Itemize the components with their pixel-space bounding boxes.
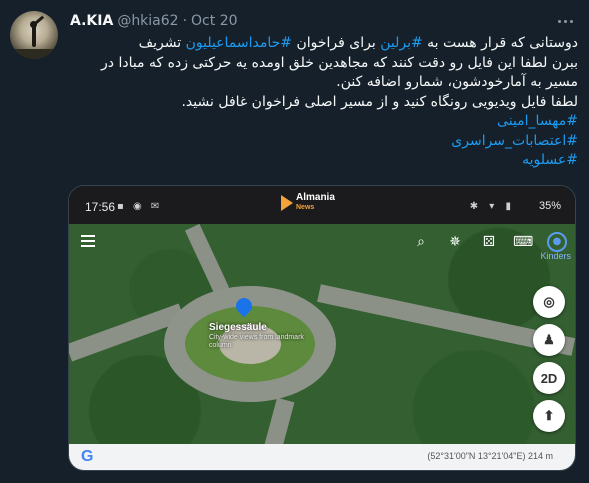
almania-news-logo: Almania News	[281, 190, 335, 216]
avatar-figure	[32, 25, 36, 47]
hamburger-menu-icon[interactable]	[81, 235, 95, 247]
status-time: 17:56	[85, 200, 116, 214]
author-handle[interactable]: @hkia62	[117, 13, 178, 29]
hashtag-link[interactable]: #اعتصابات_سراسری	[70, 132, 578, 152]
maps-bottom-bar: G (52°31'00"N 13°21'04"E) 214 m	[69, 444, 575, 470]
logo-text: Almania News	[296, 193, 335, 213]
almania-logo-icon	[281, 195, 293, 211]
logo-name: Almania	[296, 192, 335, 203]
maps-toolbar: ⌕ ✵ ⚄ ⌨ ●	[69, 230, 575, 256]
avatar-ground	[10, 49, 58, 59]
2d-toggle-button[interactable]: 2D	[533, 362, 565, 394]
more-options-icon[interactable]	[554, 12, 576, 30]
place-label[interactable]: Siegessäule	[209, 322, 267, 333]
status-notification-icons: ▪ ◉ ✉	[117, 201, 163, 212]
phone-status-bar: 17:56 ▪ ◉ ✉ Almania News ✱ ▾ ▮ 35%	[69, 186, 575, 224]
avatar-figure-arm	[33, 15, 45, 26]
tweet-line-4: لطفا فایل ویدیویی رونگاه کنید و از مسیر …	[181, 93, 578, 110]
map-place-label: Kinders	[540, 251, 571, 261]
author-name[interactable]: A.KIA	[70, 13, 113, 29]
hashtag-link[interactable]: #عسلویه	[70, 151, 578, 171]
tweet-line-2: ببرن لطفا این فایل رو دقت کنند که مجاهدی…	[101, 54, 578, 71]
tweet-text-fragment: دوستانی که قرار هست به	[422, 35, 578, 51]
hashtag-link[interactable]: #مهسا_امینی	[70, 112, 578, 132]
tweet-media-video[interactable]: 17:56 ▪ ◉ ✉ Almania News ✱ ▾ ▮ 35% Siege…	[68, 185, 576, 471]
google-logo: G	[81, 448, 94, 465]
tweet-text-fragment: تشریف	[138, 35, 186, 51]
map-coordinates: (52°31'00"N 13°21'04"E) 214 m	[427, 451, 553, 461]
tweet-text: دوستانی که قرار هست به #برلین برای فراخو…	[70, 34, 578, 171]
tweet-line-1: دوستانی که قرار هست به #برلین برای فراخو…	[70, 34, 578, 54]
status-battery: 35%	[538, 200, 561, 212]
location-target-icon[interactable]: ◎	[533, 286, 565, 318]
voyager-icon[interactable]: ✵	[445, 232, 465, 252]
search-icon[interactable]: ⌕	[411, 232, 431, 252]
dice-icon[interactable]: ⚄	[479, 232, 499, 252]
header-separator: ·	[182, 13, 188, 29]
status-signal-icons: ✱ ▾ ▮	[469, 201, 515, 212]
tweet-line-3: مسیر به آمارخودشون، شمارو اضافه کنن.	[336, 74, 578, 90]
pegman-icon[interactable]: ♟	[533, 324, 565, 356]
keyboard-icon[interactable]: ⌨	[513, 232, 533, 252]
satellite-map[interactable]: Siegessäule City-wide views from landmar…	[69, 223, 575, 461]
place-subtitle: City-wide views from landmark column	[209, 334, 304, 349]
logo-sub: News	[296, 204, 315, 211]
location-pin-icon[interactable]	[232, 294, 256, 318]
compass-icon[interactable]: ⬆	[533, 400, 565, 432]
tweet-date[interactable]: Oct 20	[191, 13, 237, 29]
tweet-header: A.KIA @hkia62 · Oct 20	[70, 11, 238, 31]
account-icon[interactable]: ●	[547, 232, 567, 252]
author-avatar[interactable]	[10, 11, 58, 59]
tweet-text-fragment: برای فراخوان	[292, 35, 381, 51]
hashtag-link[interactable]: #حامداسماعیلیون	[186, 35, 292, 51]
hashtag-link[interactable]: #برلین	[380, 35, 423, 51]
